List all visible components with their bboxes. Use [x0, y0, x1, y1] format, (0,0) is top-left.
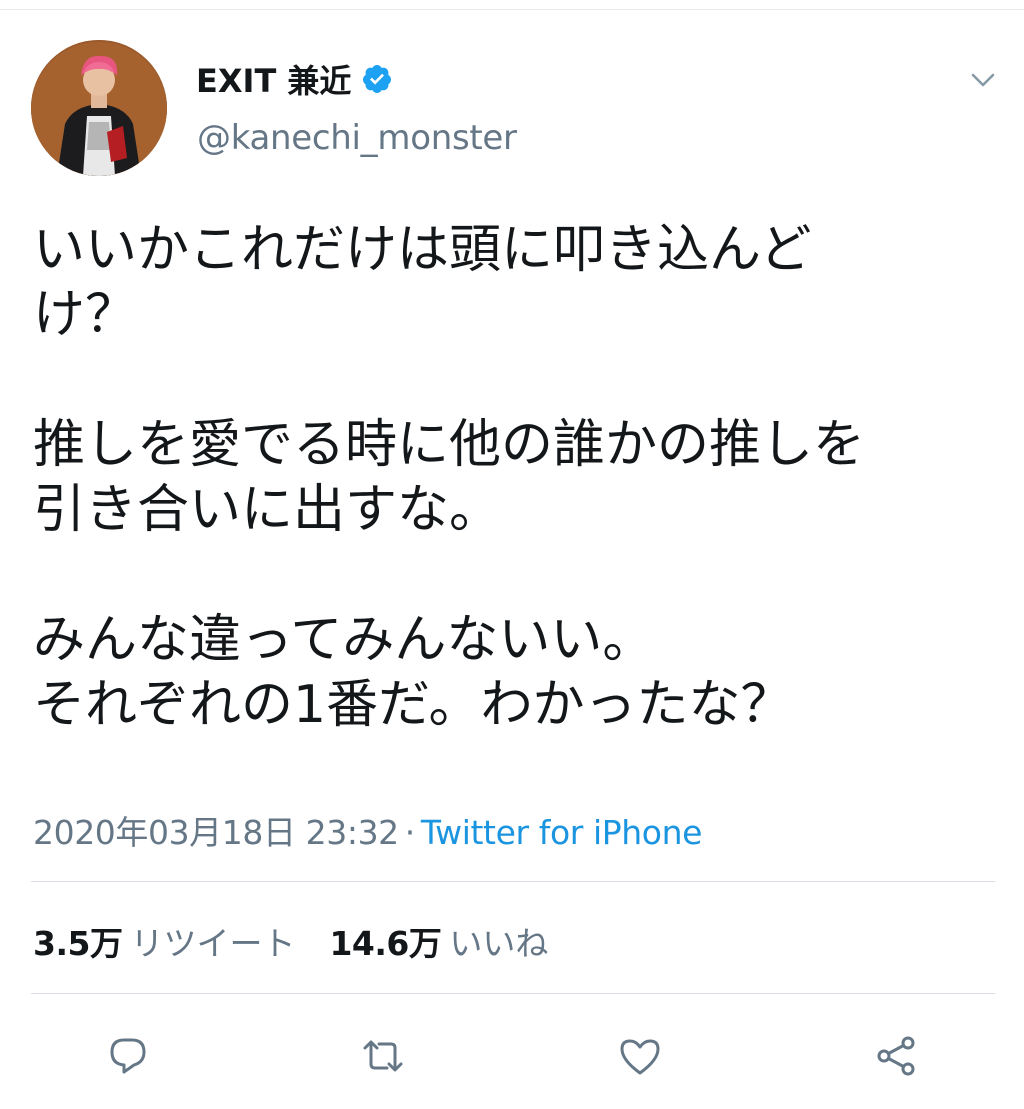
chevron-down-icon[interactable]	[966, 63, 1000, 97]
tweet-source-link[interactable]: Twitter for iPhone	[421, 813, 703, 852]
tweet-text-line: みんな違ってみんないい。	[33, 610, 655, 670]
share-icon	[877, 1036, 915, 1076]
display-name[interactable]: EXIT 兼近	[196, 56, 351, 102]
tweet-text-line: いいかこれだけは頭に叩き込んど	[33, 220, 812, 280]
meta-separator: ·	[404, 813, 415, 852]
retweet-icon	[363, 1040, 403, 1072]
tweet-stats: 3.5万 リツイート 14.6万 いいね	[33, 917, 548, 965]
retweets-count: 3.5万	[33, 924, 123, 963]
likes-stat[interactable]: 14.6万 いいね	[329, 917, 548, 965]
retweet-button[interactable]	[357, 1030, 409, 1082]
tweet-text: いいかこれだけは頭に叩き込んど け？ 推しを愛でる時に他の誰かの推しを 引き合い…	[33, 218, 993, 738]
avatar[interactable]	[31, 40, 167, 176]
like-button[interactable]	[614, 1030, 666, 1082]
share-button[interactable]	[870, 1030, 922, 1082]
tweet-actions	[0, 1020, 1024, 1090]
tweet-timestamp[interactable]: 2020年03月18日 23:32	[33, 813, 399, 852]
display-name-row[interactable]: EXIT 兼近	[196, 54, 393, 104]
tweet-header: EXIT 兼近 @kanechi_monster	[0, 0, 1024, 190]
tweet-text-line: 引き合いに出すな。	[33, 480, 502, 540]
heart-icon	[620, 1039, 660, 1075]
likes-label: いいね	[449, 924, 549, 963]
reply-icon	[110, 1038, 146, 1074]
tweet-text-line: それぞれの1番だ。わかったな？	[33, 675, 793, 735]
verified-badge-icon	[361, 63, 393, 95]
divider	[31, 993, 995, 994]
tweet-meta: 2020年03月18日 23:32 · Twitter for iPhone	[33, 806, 702, 854]
likes-count: 14.6万	[329, 924, 442, 963]
tweet-text-line: 推しを愛でる時に他の誰かの推しを	[33, 415, 866, 475]
reply-button[interactable]	[102, 1030, 154, 1082]
divider	[31, 881, 995, 882]
tweet-text-line: け？	[33, 285, 138, 345]
retweets-label: リツイート	[130, 924, 296, 963]
user-handle[interactable]: @kanechi_monster	[197, 118, 517, 158]
retweets-stat[interactable]: 3.5万 リツイート	[33, 917, 295, 965]
